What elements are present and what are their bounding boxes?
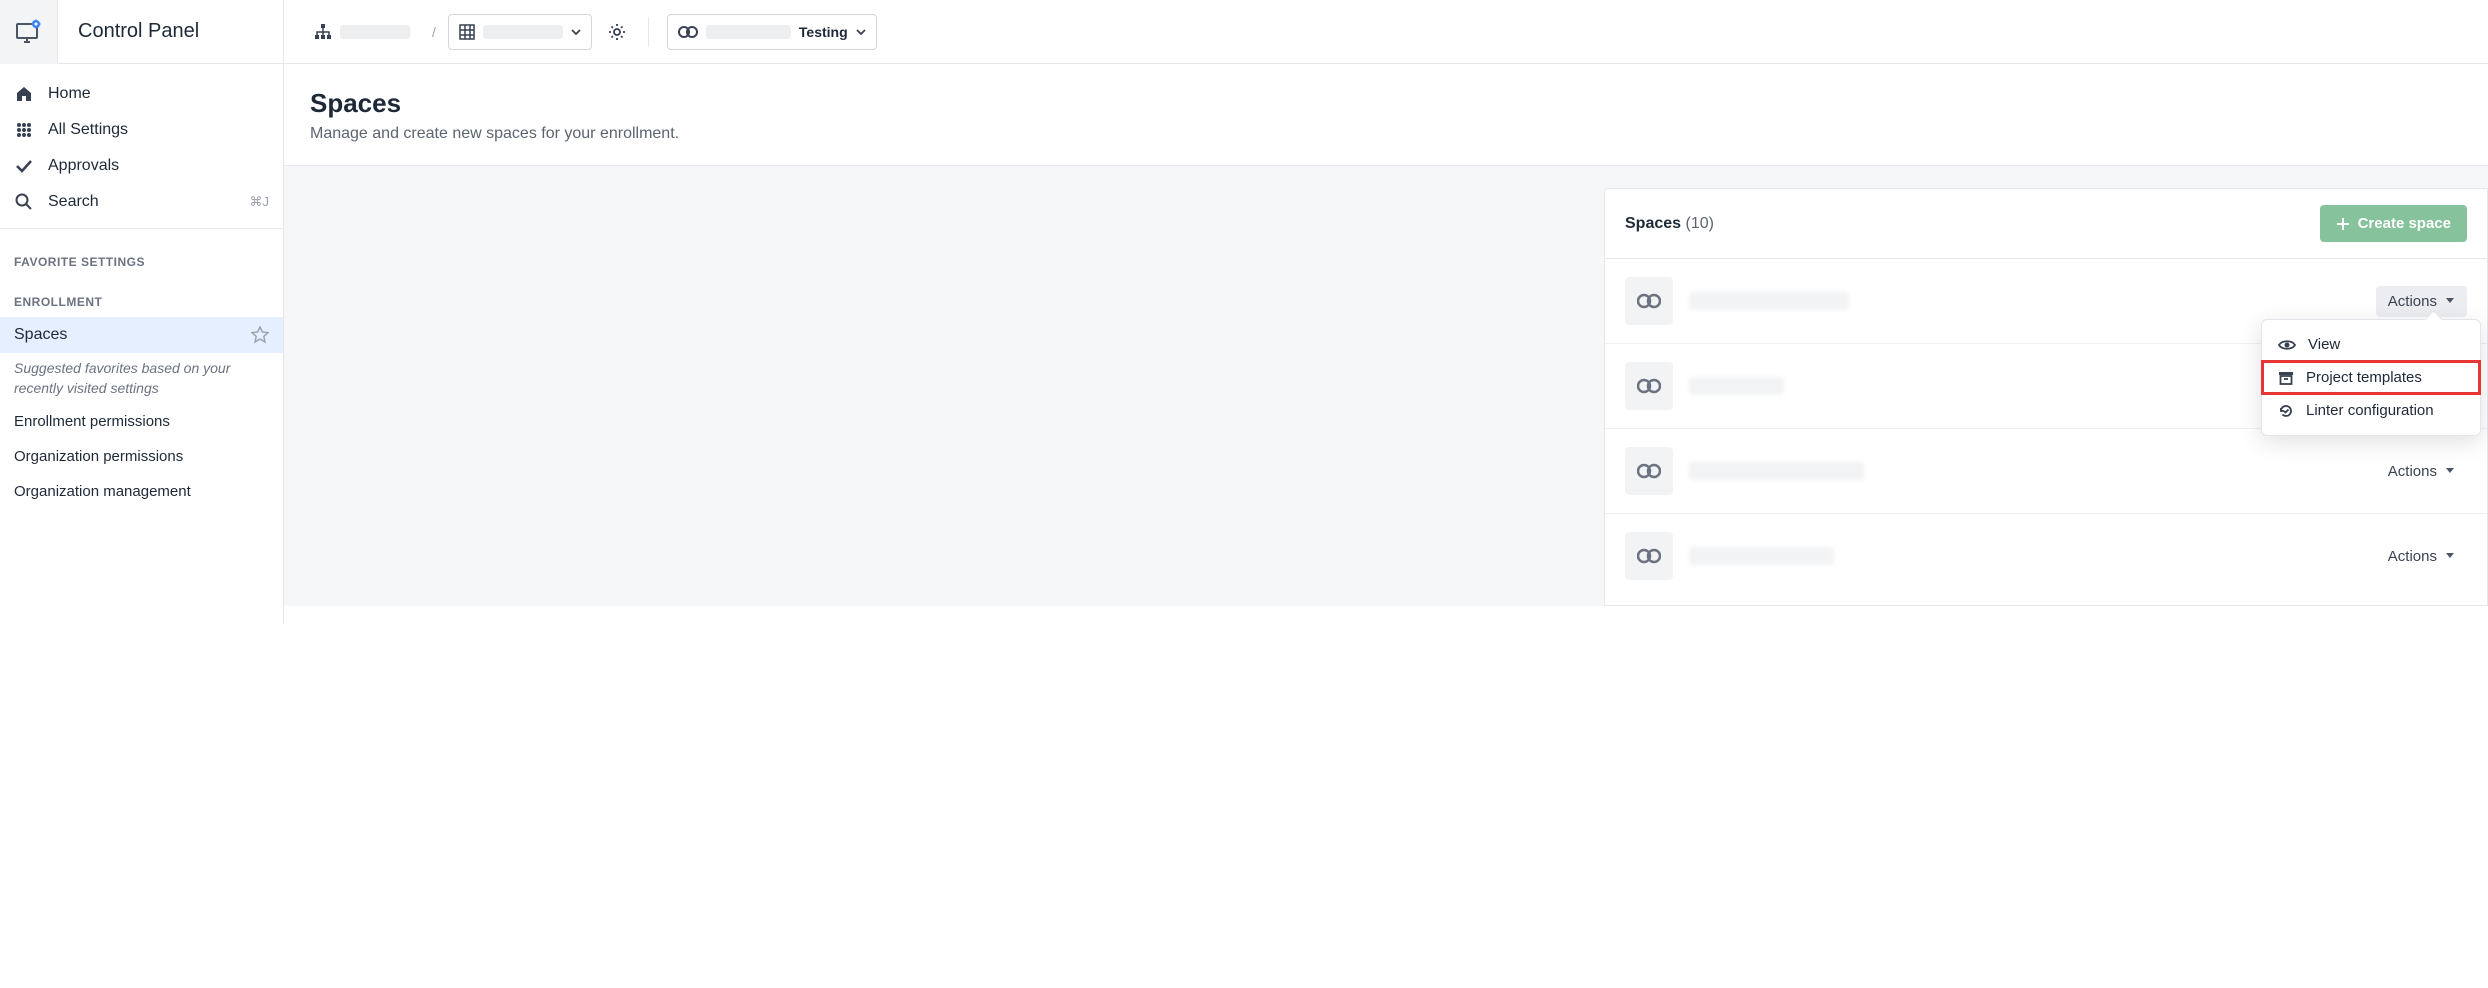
eye-icon	[2278, 338, 2296, 352]
actions-dropdown: View Project templates Linter configurat…	[2261, 319, 2481, 436]
dd-label: Project templates	[2306, 369, 2422, 386]
nav-spaces[interactable]: Spaces	[0, 317, 283, 353]
panel-title-text: Spaces	[1625, 215, 1681, 232]
hierarchy-icon	[314, 23, 332, 41]
space-selector[interactable]: Testing	[667, 14, 877, 50]
nav-all-settings[interactable]: All Settings	[0, 112, 283, 148]
redacted-project-name	[483, 25, 563, 39]
actions-label: Actions	[2388, 548, 2437, 565]
actions-label: Actions	[2388, 293, 2437, 310]
space-icon-box	[1625, 362, 1673, 410]
settings-button[interactable]	[604, 19, 630, 45]
space-icon-box	[1625, 447, 1673, 495]
home-icon	[14, 85, 34, 103]
dropdown-project-templates[interactable]: Project templates	[2262, 361, 2480, 394]
space-row: Actions View Project templates	[1605, 259, 2487, 344]
sidebar: Home All Settings Approvals Search ⌘J FA…	[0, 64, 284, 624]
chevron-down-icon	[856, 27, 866, 37]
dd-label: View	[2308, 336, 2340, 353]
gear-icon	[608, 23, 626, 41]
redacted-space-name	[706, 25, 791, 39]
caret-down-icon	[2445, 467, 2455, 475]
top-bar: Control Panel / Testing	[0, 0, 2488, 64]
nav-label: Spaces	[14, 326, 67, 344]
suggested-org-permissions[interactable]: Organization permissions	[0, 439, 283, 474]
actions-label: Actions	[2388, 463, 2437, 480]
divider	[648, 17, 649, 47]
breadcrumb-separator: /	[432, 24, 436, 40]
space-row: Actions	[1605, 429, 2487, 514]
grid-icon	[459, 24, 475, 40]
project-selector[interactable]	[448, 14, 592, 50]
panel-count: (10)	[1686, 215, 1714, 232]
monitor-gear-icon	[15, 18, 43, 46]
header-title: Control Panel	[58, 0, 284, 64]
main-wrap: Home All Settings Approvals Search ⌘J FA…	[0, 64, 2488, 624]
link-icon	[1637, 463, 1661, 479]
content: Spaces Manage and create new spaces for …	[284, 64, 2488, 624]
create-space-button[interactable]: Create space	[2320, 205, 2467, 242]
page-title: Spaces	[310, 88, 2462, 119]
chevron-down-icon	[571, 27, 581, 37]
shortcut-label: ⌘J	[250, 194, 270, 210]
nav-label: Search	[48, 193, 99, 211]
body-area: Spaces (10) Create space Action	[284, 166, 2488, 606]
context-label: Testing	[799, 24, 848, 40]
panel-title: Spaces (10)	[1625, 215, 1714, 233]
caret-down-icon	[2445, 552, 2455, 560]
actions-button[interactable]: Actions	[2376, 286, 2467, 317]
favorites-hint: Suggested favorites based on your recent…	[0, 353, 283, 404]
spaces-panel: Spaces (10) Create space Action	[1604, 188, 2488, 606]
redacted-space-name	[1689, 547, 1834, 565]
suggested-org-management[interactable]: Organization management	[0, 474, 283, 509]
org-selector[interactable]	[304, 17, 420, 47]
link-icon	[1637, 548, 1661, 564]
space-icon-box	[1625, 277, 1673, 325]
dd-label: Linter configuration	[2306, 402, 2434, 419]
nav-label: Home	[48, 85, 91, 103]
dropdown-view[interactable]: View	[2262, 328, 2480, 361]
favorites-section-label: FAVORITE SETTINGS	[0, 237, 283, 277]
redacted-space-name	[1689, 377, 1784, 395]
history-check-icon	[2278, 403, 2294, 419]
caret-down-icon	[2445, 297, 2455, 305]
link-icon	[678, 25, 698, 39]
breadcrumb-area: / Testing	[284, 14, 897, 50]
actions-button[interactable]: Actions	[2376, 456, 2467, 487]
grid-dots-icon	[14, 122, 34, 138]
archive-icon	[2278, 370, 2294, 386]
suggested-enrollment-permissions[interactable]: Enrollment permissions	[0, 404, 283, 439]
panel-header: Spaces (10) Create space	[1605, 189, 2487, 259]
link-icon	[1637, 378, 1661, 394]
enrollment-section-label: ENROLLMENT	[0, 277, 283, 317]
redacted-space-name	[1689, 462, 1864, 480]
redacted-space-name	[1689, 292, 1849, 310]
link-icon	[1637, 293, 1661, 309]
space-row: Actions	[1605, 514, 2487, 598]
nav-label: All Settings	[48, 121, 128, 139]
search-icon	[14, 193, 34, 211]
plus-icon	[2336, 217, 2350, 231]
dropdown-linter[interactable]: Linter configuration	[2262, 394, 2480, 427]
redacted-org-name	[340, 25, 410, 39]
nav-home[interactable]: Home	[0, 76, 283, 112]
page-header: Spaces Manage and create new spaces for …	[284, 64, 2488, 166]
actions-button[interactable]: Actions	[2376, 541, 2467, 572]
check-icon	[14, 159, 34, 173]
space-icon-box	[1625, 532, 1673, 580]
divider	[0, 228, 283, 229]
nav-search[interactable]: Search ⌘J	[0, 184, 283, 220]
nav-approvals[interactable]: Approvals	[0, 148, 283, 184]
star-icon[interactable]	[251, 326, 269, 344]
page-subtitle: Manage and create new spaces for your en…	[310, 125, 2462, 143]
app-logo	[0, 0, 58, 64]
create-space-label: Create space	[2358, 215, 2451, 232]
nav-label: Approvals	[48, 157, 119, 175]
